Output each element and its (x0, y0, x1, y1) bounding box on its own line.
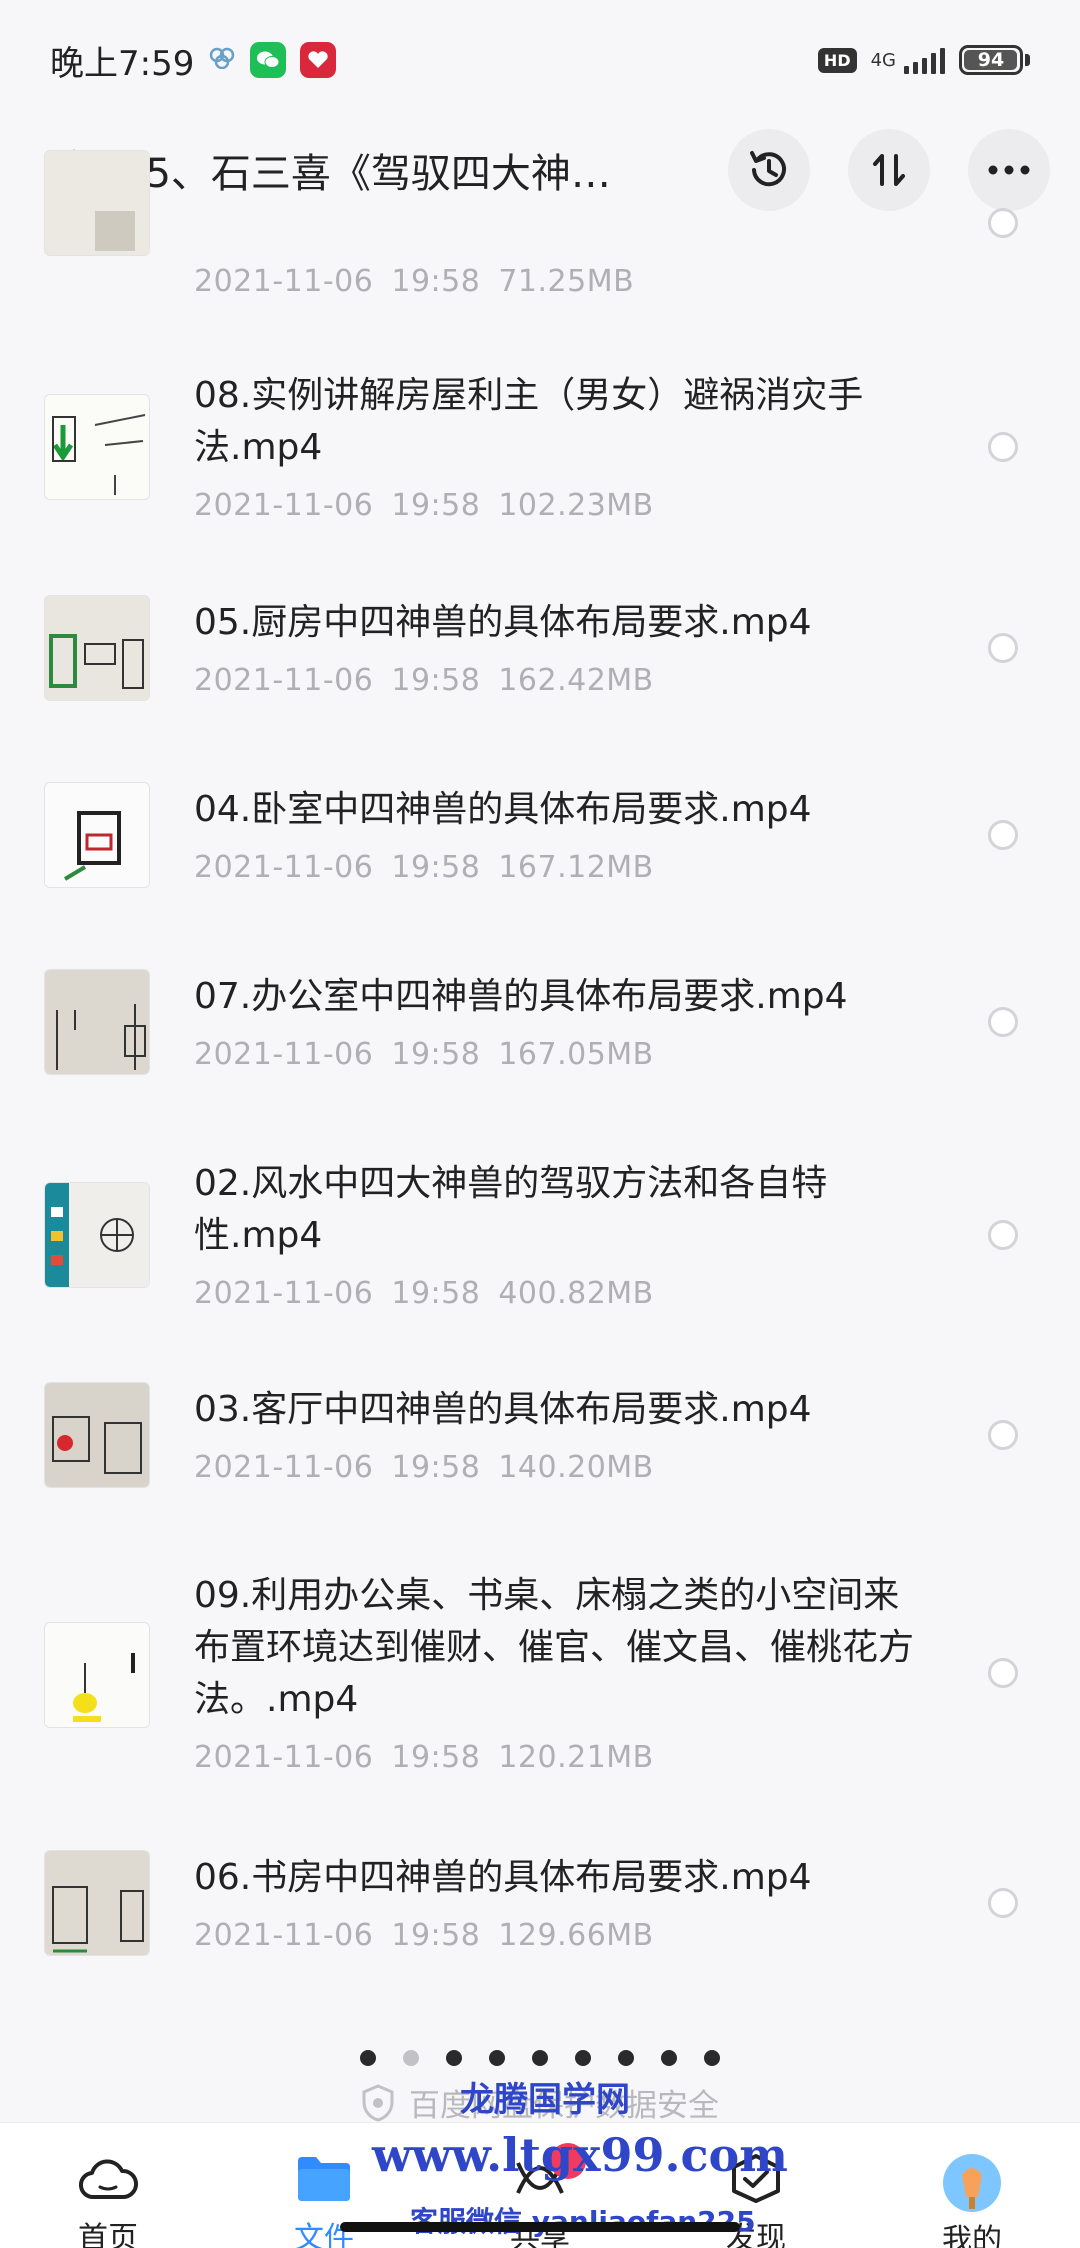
file-name: 09.利用办公桌、书桌、床榻之类的小空间来布置环境达到催财、催官、催文昌、催桃花… (194, 1575, 915, 1720)
file-size: 120.21MB (498, 1740, 654, 1775)
select-radio[interactable] (988, 1220, 1018, 1250)
file-date: 2021-11-06 (194, 663, 374, 698)
video-thumbnail (44, 1382, 150, 1488)
page-indicator (0, 2050, 1080, 2066)
file-date: 2021-11-06 (194, 1450, 374, 1485)
more-button[interactable] (968, 129, 1050, 211)
file-name: 06.书房中四神兽的具体布局要求.mp4 (194, 1857, 812, 1898)
nav-me[interactable]: 我的 (902, 2153, 1042, 2248)
page-title: 05、石三喜《驾驭四大神… (120, 151, 611, 197)
file-size: 400.82MB (498, 1276, 654, 1311)
watermark-contact: 客服微信 yanliaofan225 (410, 2200, 756, 2240)
file-time: 19:58 (391, 488, 481, 523)
video-thumbnail (44, 1182, 150, 1288)
nav-label: 我的 (942, 2223, 1002, 2248)
file-name: 04.卧室中四神兽的具体布局要求.mp4 (194, 789, 812, 830)
avatar (943, 2154, 1001, 2212)
video-thumbnail (44, 150, 150, 256)
signal-icon (904, 46, 945, 74)
select-radio[interactable] (988, 1420, 1018, 1450)
home-indicator (340, 2222, 740, 2232)
file-time: 19:58 (391, 1450, 481, 1485)
network-type: 4G (870, 49, 896, 71)
file-name: 07.办公室中四神兽的具体布局要求.mp4 (194, 976, 848, 1017)
nav-label: 首页 (78, 2221, 138, 2248)
battery-icon: 94 (959, 45, 1030, 75)
shopping-app-icon (300, 42, 337, 78)
file-time: 19:58 (391, 1276, 481, 1311)
file-size: 71.25MB (498, 264, 635, 299)
select-radio[interactable] (988, 1658, 1018, 1688)
status-bar: 晚上7:59 HD 4G 94 (0, 0, 1080, 120)
file-name: 08.实例讲解房屋利主（男女）避祸消灾手法.mp4 (194, 375, 864, 468)
select-radio[interactable] (988, 208, 1018, 238)
file-date: 2021-11-06 (194, 264, 374, 299)
cloud-sync-icon (208, 47, 236, 73)
select-radio[interactable] (988, 633, 1018, 663)
battery-level: 94 (977, 49, 1005, 71)
shield-icon (362, 2083, 394, 2122)
file-size: 140.20MB (498, 1450, 654, 1485)
folder-icon (298, 2157, 350, 2201)
watermark-url: www.ltgx99.com (372, 2128, 788, 2182)
video-thumbnail (44, 782, 150, 888)
hd-badge: HD (817, 47, 857, 73)
video-thumbnail (44, 1622, 150, 1728)
file-name: 05.厨房中四神兽的具体布局要求.mp4 (194, 602, 812, 643)
video-thumbnail (44, 394, 150, 500)
more-icon (988, 165, 1030, 175)
file-date: 2021-11-06 (194, 1740, 374, 1775)
cloud-icon (79, 2159, 138, 2200)
file-size: 102.23MB (498, 488, 654, 523)
file-time: 19:58 (391, 1740, 481, 1775)
file-time: 19:58 (391, 1918, 481, 1953)
history-icon (750, 151, 786, 187)
file-time: 19:58 (391, 264, 481, 299)
video-thumbnail (44, 1850, 150, 1956)
header: 05、石三喜《驾驭四大神… (0, 120, 1080, 220)
file-time: 19:58 (391, 850, 481, 885)
file-date: 2021-11-06 (194, 1918, 374, 1953)
select-radio[interactable] (988, 820, 1018, 850)
watermark-title: 龙腾国学网 (460, 2080, 630, 2120)
sort-icon (873, 154, 905, 186)
file-time: 19:58 (391, 663, 481, 698)
select-radio[interactable] (988, 1888, 1018, 1918)
file-time: 19:58 (391, 1037, 481, 1072)
file-date: 2021-11-06 (194, 1037, 374, 1072)
status-time: 晚上7:59 (50, 43, 195, 84)
file-date: 2021-11-06 (194, 1276, 374, 1311)
video-thumbnail (44, 969, 150, 1075)
select-radio[interactable] (988, 1007, 1018, 1037)
file-size: 129.66MB (498, 1918, 654, 1953)
file-size: 167.05MB (498, 1037, 654, 1072)
wechat-icon (250, 42, 287, 78)
video-thumbnail (44, 595, 150, 701)
file-date: 2021-11-06 (194, 488, 374, 523)
select-radio[interactable] (988, 432, 1018, 462)
nav-home[interactable]: 首页 (38, 2153, 178, 2248)
file-name: 03.客厅中四神兽的具体布局要求.mp4 (194, 1389, 812, 1430)
file-date: 2021-11-06 (194, 850, 374, 885)
file-size: 162.42MB (498, 663, 654, 698)
history-button[interactable] (728, 129, 810, 211)
sort-button[interactable] (848, 129, 930, 211)
file-name: 02.风水中四大神兽的驾驭方法和各自特性.mp4 (194, 1163, 828, 1256)
file-size: 167.12MB (498, 850, 654, 885)
